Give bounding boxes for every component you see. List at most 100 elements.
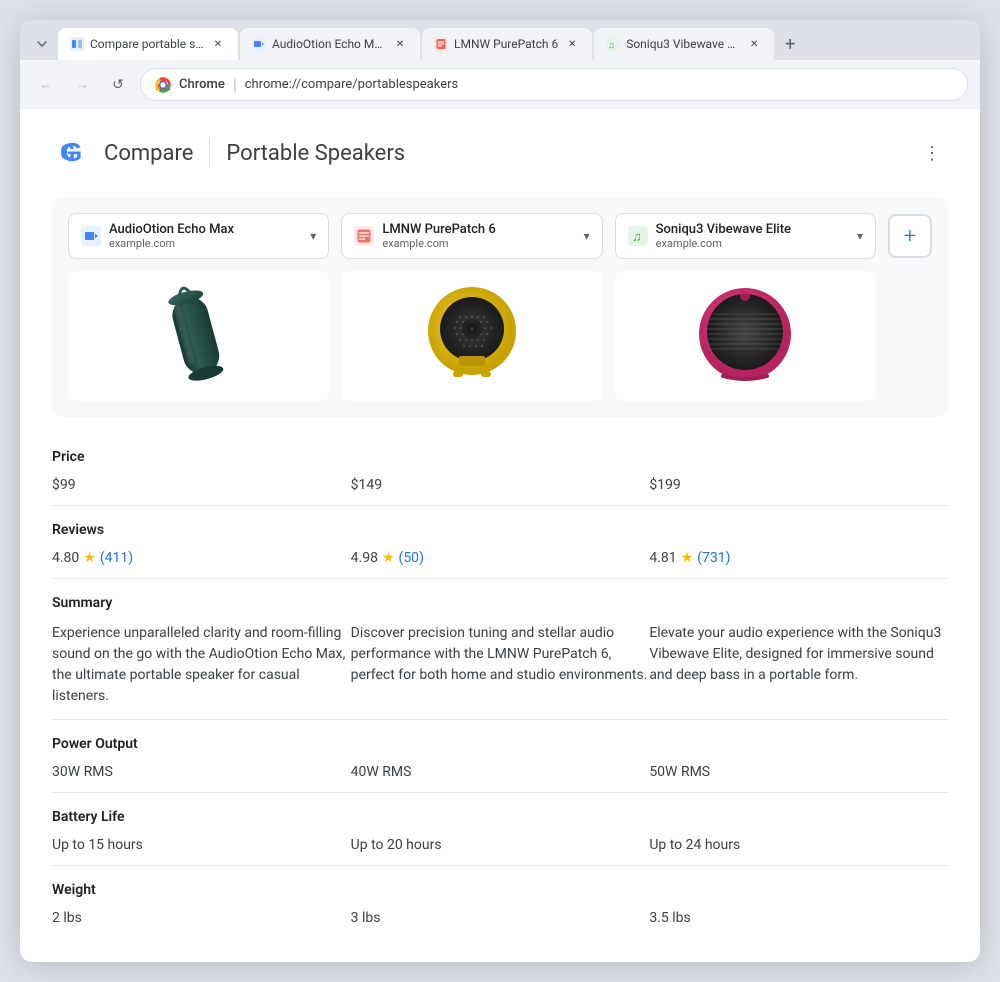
summary-header-row: Summary <box>52 579 948 618</box>
page-header-left: G G Compare Portable Speakers <box>52 133 405 173</box>
battery-data-row: Up to 15 hours Up to 20 hours Up to 24 h… <box>52 831 948 866</box>
product-2-icon <box>354 226 374 246</box>
power-1: 30W RMS <box>52 758 351 793</box>
product-3-image <box>615 271 876 401</box>
product-2-image <box>341 271 602 401</box>
compare-label: Compare <box>104 141 193 166</box>
battery-1: Up to 15 hours <box>52 831 351 866</box>
add-product-icon: + <box>904 224 916 249</box>
google-logo-icon: G G <box>52 133 92 173</box>
price-header-row: Price <box>52 433 948 471</box>
star-1-icon: ★ <box>83 550 96 566</box>
address-separator: | <box>233 75 237 94</box>
rating-1-cell: 4.80 ★ (411) <box>52 544 351 579</box>
address-bar: ← → ↺ Chrome <box>20 60 980 109</box>
address-url: chrome://compare/portablespeakers <box>245 77 953 92</box>
power-3: 50W RMS <box>649 758 948 793</box>
image-spacer <box>888 271 932 401</box>
svg-text:G: G <box>62 137 82 167</box>
tab-lmnw-icon <box>434 37 448 51</box>
price-data-row: $99 $149 $199 <box>52 471 948 506</box>
product-2-selector[interactable]: LMNW PurePatch 6 example.com ▾ <box>341 213 602 259</box>
product-1-selector[interactable]: AudioOtion Echo Max example.com ▾ <box>68 213 329 259</box>
tab-lmnw-label: LMNW PurePatch 6 <box>454 37 558 51</box>
tab-audio-icon <box>252 37 266 51</box>
review-count-1: 411 <box>105 550 129 566</box>
more-options-button[interactable]: ⋮ <box>916 137 948 169</box>
rating-3-value: 4.81 <box>649 550 676 566</box>
product-1-image <box>68 271 329 401</box>
chrome-label: Chrome <box>179 77 225 92</box>
browser-window: Compare portable speaker ✕ AudioOtion Ec… <box>20 20 980 962</box>
product-3-chevron-icon: ▾ <box>857 229 863 243</box>
product-3-name: Soniqu3 Vibewave Elite <box>656 222 849 237</box>
product-1-info: AudioOtion Echo Max example.com <box>109 222 302 250</box>
tab-bar: Compare portable speaker ✕ AudioOtion Ec… <box>20 20 980 60</box>
tab-dropdown-button[interactable] <box>28 30 56 58</box>
power-section-label: Power Output <box>52 720 948 759</box>
product-2-chevron-icon: ▾ <box>584 229 590 243</box>
product-2-info: LMNW PurePatch 6 example.com <box>382 222 575 250</box>
tab-audio-label: AudioOtion Echo Max <box>272 37 386 51</box>
power-2: 40W RMS <box>351 758 650 793</box>
tab-soniqu-close[interactable]: ✕ <box>746 36 762 52</box>
tab-compare-close[interactable]: ✕ <box>210 36 226 52</box>
add-product-button[interactable]: + <box>888 214 932 258</box>
product-3-selector[interactable]: ♫ Soniqu3 Vibewave Elite example.com ▾ <box>615 213 876 259</box>
product-1-domain: example.com <box>109 237 302 250</box>
address-box[interactable]: Chrome | chrome://compare/portablespeake… <box>140 68 968 101</box>
battery-header-row: Battery Life <box>52 793 948 832</box>
reload-icon: ↺ <box>112 77 124 93</box>
new-tab-button[interactable]: + <box>776 30 804 58</box>
tab-soniqu-icon: ♫ <box>606 37 620 51</box>
tab-audio[interactable]: AudioOtion Echo Max ✕ <box>240 28 420 60</box>
summary-data-row: Experience unparalleled clarity and room… <box>52 617 948 720</box>
star-2-icon: ★ <box>382 550 395 566</box>
chrome-logo-icon <box>155 77 171 93</box>
price-3: $199 <box>649 471 948 506</box>
tab-soniqu-label: Soniqu3 Vibewave Elite <box>626 37 740 51</box>
speaker-1-svg <box>156 281 241 391</box>
summary-section-label: Summary <box>52 579 948 618</box>
reload-button[interactable]: ↺ <box>104 71 132 99</box>
rating-2-value: 4.98 <box>351 550 378 566</box>
forward-button[interactable]: → <box>68 71 96 99</box>
product-2-domain: example.com <box>382 237 575 250</box>
star-3-icon: ★ <box>681 550 694 566</box>
price-1: $99 <box>52 471 351 506</box>
tab-lmnw[interactable]: LMNW PurePatch 6 ✕ <box>422 28 592 60</box>
comparison-card: AudioOtion Echo Max example.com ▾ LMNW P… <box>52 197 948 417</box>
products-images-row <box>68 271 932 401</box>
review-count-1-link[interactable]: (411) <box>100 550 133 566</box>
power-header-row: Power Output <box>52 720 948 759</box>
rating-1-value: 4.80 <box>52 550 79 566</box>
svg-text:♫: ♫ <box>632 230 642 244</box>
rating-3-cell: 4.81 ★ (731) <box>649 544 948 579</box>
summary-1: Experience unparalleled clarity and room… <box>52 617 351 720</box>
product-1-chevron-icon: ▾ <box>310 229 316 243</box>
back-button[interactable]: ← <box>32 71 60 99</box>
product-1-name: AudioOtion Echo Max <box>109 222 302 237</box>
review-count-3: 731 <box>702 550 726 566</box>
tab-compare[interactable]: Compare portable speaker ✕ <box>58 28 238 60</box>
price-section-label: Price <box>52 433 948 471</box>
tab-audio-close[interactable]: ✕ <box>392 36 408 52</box>
products-header-row: AudioOtion Echo Max example.com ▾ LMNW P… <box>68 213 932 259</box>
battery-3: Up to 24 hours <box>649 831 948 866</box>
product-2-name: LMNW PurePatch 6 <box>382 222 575 237</box>
review-count-2-link[interactable]: (50) <box>399 550 424 566</box>
summary-2: Discover precision tuning and stellar au… <box>351 617 650 720</box>
summary-3: Elevate your audio experience with the S… <box>649 617 948 720</box>
rating-1: 4.80 ★ (411) <box>52 550 351 566</box>
tab-compare-label: Compare portable speaker <box>90 37 204 51</box>
page-content: G G Compare Portable Speakers ⋮ <box>20 109 980 962</box>
more-options-icon: ⋮ <box>923 143 941 164</box>
review-count-3-link[interactable]: (731) <box>697 550 730 566</box>
reviews-section-label: Reviews <box>52 506 948 545</box>
battery-2: Up to 20 hours <box>351 831 650 866</box>
header-divider <box>209 139 210 167</box>
tab-lmnw-close[interactable]: ✕ <box>564 36 580 52</box>
rating-3: 4.81 ★ (731) <box>649 550 948 566</box>
page-header: G G Compare Portable Speakers ⋮ <box>52 133 948 173</box>
tab-soniqu[interactable]: ♫ Soniqu3 Vibewave Elite ✕ <box>594 28 774 60</box>
